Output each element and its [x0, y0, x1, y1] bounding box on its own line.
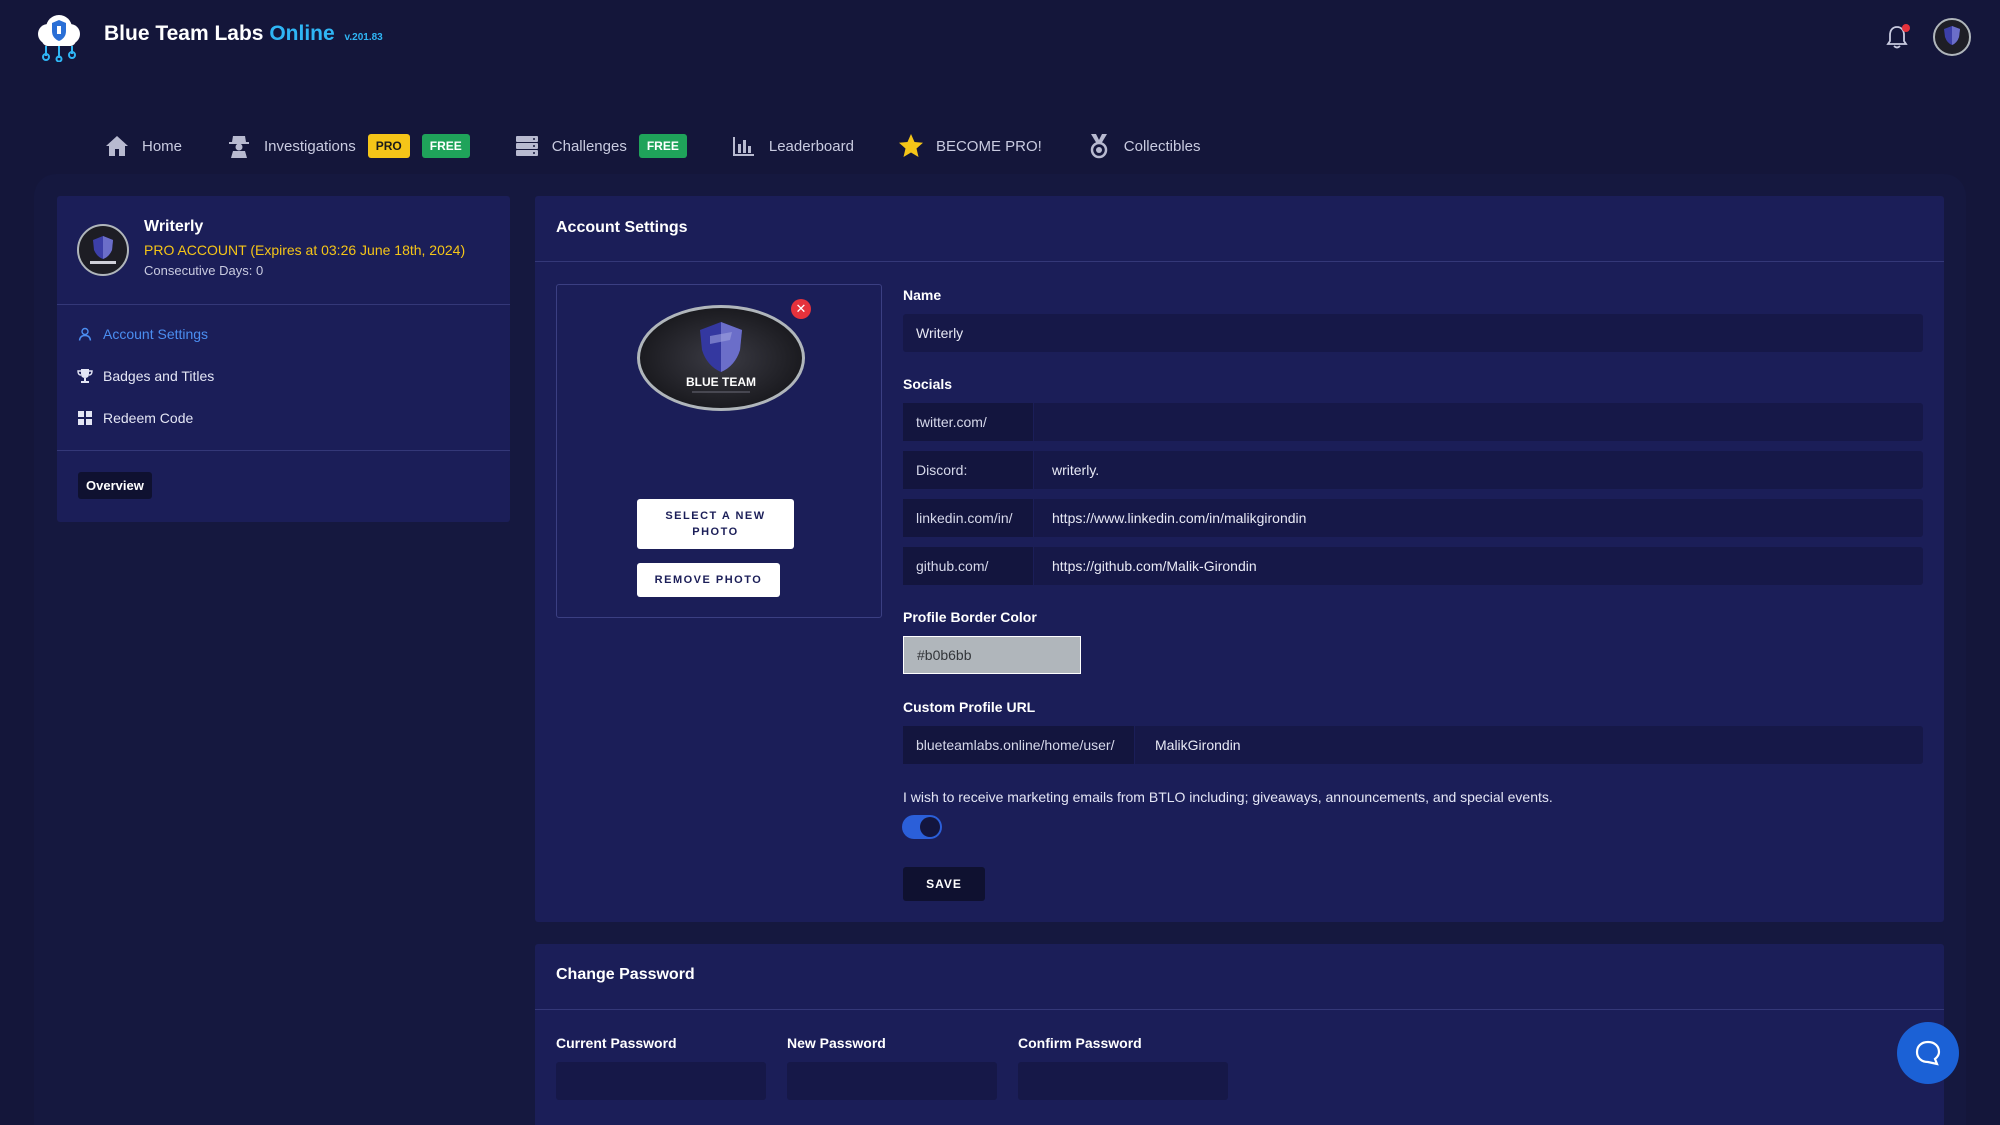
main-nav: Home Investigations PRO FREE Challenges …	[104, 128, 1245, 164]
avatar	[77, 224, 129, 276]
border-color-input[interactable]: #b0b6bb	[903, 636, 1081, 674]
version-label: v.201.83	[344, 32, 383, 43]
user-icon	[77, 326, 93, 342]
twitter-prefix: twitter.com/	[903, 403, 1034, 441]
github-field[interactable]: github.com/ https://github.com/Malik-Gir…	[903, 547, 1923, 585]
home-icon	[104, 133, 130, 159]
border-color-label: Profile Border Color	[903, 609, 1037, 625]
medal-icon	[1086, 133, 1112, 159]
discord-value: writerly.	[1052, 462, 1100, 478]
github-value: https://github.com/Malik-Girondin	[1052, 558, 1257, 574]
github-prefix: github.com/	[903, 547, 1034, 585]
profile-photo-panel: BLUE TEAM ✕ SELECT A NEW PHOTO REMOVE PH…	[556, 284, 882, 618]
brand-main: Blue Team Labs	[104, 22, 264, 45]
divider	[57, 304, 510, 305]
divider	[535, 261, 1944, 262]
notification-dot	[1902, 24, 1910, 32]
nav-collectibles-label: Collectibles	[1123, 137, 1201, 155]
nav-investigations[interactable]: Investigations PRO FREE	[226, 133, 470, 159]
nav-leaderboard[interactable]: Leaderboard	[731, 133, 854, 159]
custom-url-label: Custom Profile URL	[903, 699, 1036, 715]
discord-prefix: Discord:	[903, 451, 1034, 489]
remove-photo-icon[interactable]: ✕	[791, 299, 811, 319]
marketing-consent-text: I wish to receive marketing emails from …	[903, 789, 1553, 805]
sidebar-item-account-settings[interactable]: Account Settings	[77, 326, 208, 342]
sidebar-item-badges[interactable]: Badges and Titles	[77, 368, 214, 384]
grid-icon	[77, 410, 93, 426]
twitter-field[interactable]: twitter.com/	[903, 403, 1923, 441]
confirm-password-label: Confirm Password	[1018, 1035, 1142, 1051]
bar-chart-icon	[731, 133, 757, 159]
nav-home[interactable]: Home	[104, 133, 182, 159]
star-icon	[898, 133, 924, 159]
discord-field[interactable]: Discord: writerly.	[903, 451, 1923, 489]
consecutive-days: Consecutive Days: 0	[144, 263, 264, 278]
custom-url-prefix: blueteamlabs.online/home/user/	[903, 726, 1135, 764]
sidebar-item-label: Badges and Titles	[103, 368, 215, 384]
avatar[interactable]	[1933, 18, 1971, 56]
socials-label: Socials	[903, 376, 953, 392]
nav-challenges-label: Challenges	[551, 137, 627, 155]
custom-url-field[interactable]: blueteamlabs.online/home/user/ MalikGiro…	[903, 726, 1923, 764]
free-badge[interactable]: FREE	[421, 134, 470, 158]
linkedin-value: https://www.linkedin.com/in/malikgirondi…	[1052, 510, 1307, 526]
nav-challenges[interactable]: Challenges FREE	[514, 133, 687, 159]
overview-button[interactable]: Overview	[78, 472, 152, 499]
pro-badge[interactable]: PRO	[367, 134, 410, 158]
name-input[interactable]: Writerly	[903, 314, 1923, 352]
new-password-input[interactable]	[787, 1062, 997, 1100]
nav-home-label: Home	[142, 137, 183, 155]
save-button[interactable]: SAVE	[903, 867, 985, 901]
photo-logo-text: BLUE TEAM	[686, 375, 756, 389]
new-password-label: New Password	[787, 1035, 886, 1051]
toggle-knob	[920, 817, 940, 837]
nav-leaderboard-label: Leaderboard	[768, 137, 854, 155]
current-password-label: Current Password	[556, 1035, 677, 1051]
divider	[535, 1009, 1944, 1010]
blue-team-logo-icon: BLUE TEAM	[686, 322, 756, 393]
detective-icon	[226, 133, 252, 159]
server-icon	[514, 133, 540, 159]
confirm-password-input[interactable]	[1018, 1062, 1228, 1100]
profile-sidebar: Writerly PRO ACCOUNT (Expires at 03:26 J…	[57, 196, 510, 522]
select-photo-button[interactable]: SELECT A NEW PHOTO	[637, 499, 794, 549]
linkedin-prefix: linkedin.com/in/	[903, 499, 1034, 537]
nav-collectibles[interactable]: Collectibles	[1086, 133, 1201, 159]
current-password-input[interactable]	[556, 1062, 766, 1100]
name-label: Name	[903, 287, 942, 303]
shield-icon	[90, 236, 116, 264]
profile-photo: BLUE TEAM	[637, 305, 805, 411]
nav-become-pro-label: BECOME PRO!	[935, 137, 1042, 155]
divider	[57, 450, 510, 451]
nav-investigations-label: Investigations	[264, 137, 356, 155]
top-bar: Blue Team Labs Online v.201.83	[0, 0, 2000, 72]
profile-name: Writerly	[144, 218, 204, 235]
pro-account-status: PRO ACCOUNT (Expires at 03:26 June 18th,…	[144, 242, 466, 258]
sidebar-item-label: Redeem Code	[103, 410, 194, 426]
brand-accent: Online	[269, 22, 335, 45]
sidebar-item-redeem-code[interactable]: Redeem Code	[77, 410, 193, 426]
shield-icon	[1944, 26, 1960, 45]
trophy-icon	[77, 368, 93, 384]
remove-photo-button[interactable]: REMOVE PHOTO	[637, 563, 780, 597]
chat-button[interactable]	[1897, 1022, 1959, 1084]
change-password-title: Change Password	[556, 966, 695, 983]
account-settings-title: Account Settings	[556, 219, 688, 236]
linkedin-field[interactable]: linkedin.com/in/ https://www.linkedin.co…	[903, 499, 1923, 537]
nav-become-pro[interactable]: BECOME PRO!	[898, 133, 1042, 159]
custom-url-value: MalikGirondin	[1155, 737, 1241, 753]
sidebar-item-label: Account Settings	[103, 326, 209, 342]
chat-icon	[1915, 1040, 1941, 1066]
cloud-shield-icon[interactable]	[32, 12, 84, 62]
free-badge[interactable]: FREE	[638, 134, 687, 158]
marketing-toggle[interactable]	[902, 815, 942, 839]
brand-title[interactable]: Blue Team Labs Online v.201.83	[104, 22, 383, 46]
